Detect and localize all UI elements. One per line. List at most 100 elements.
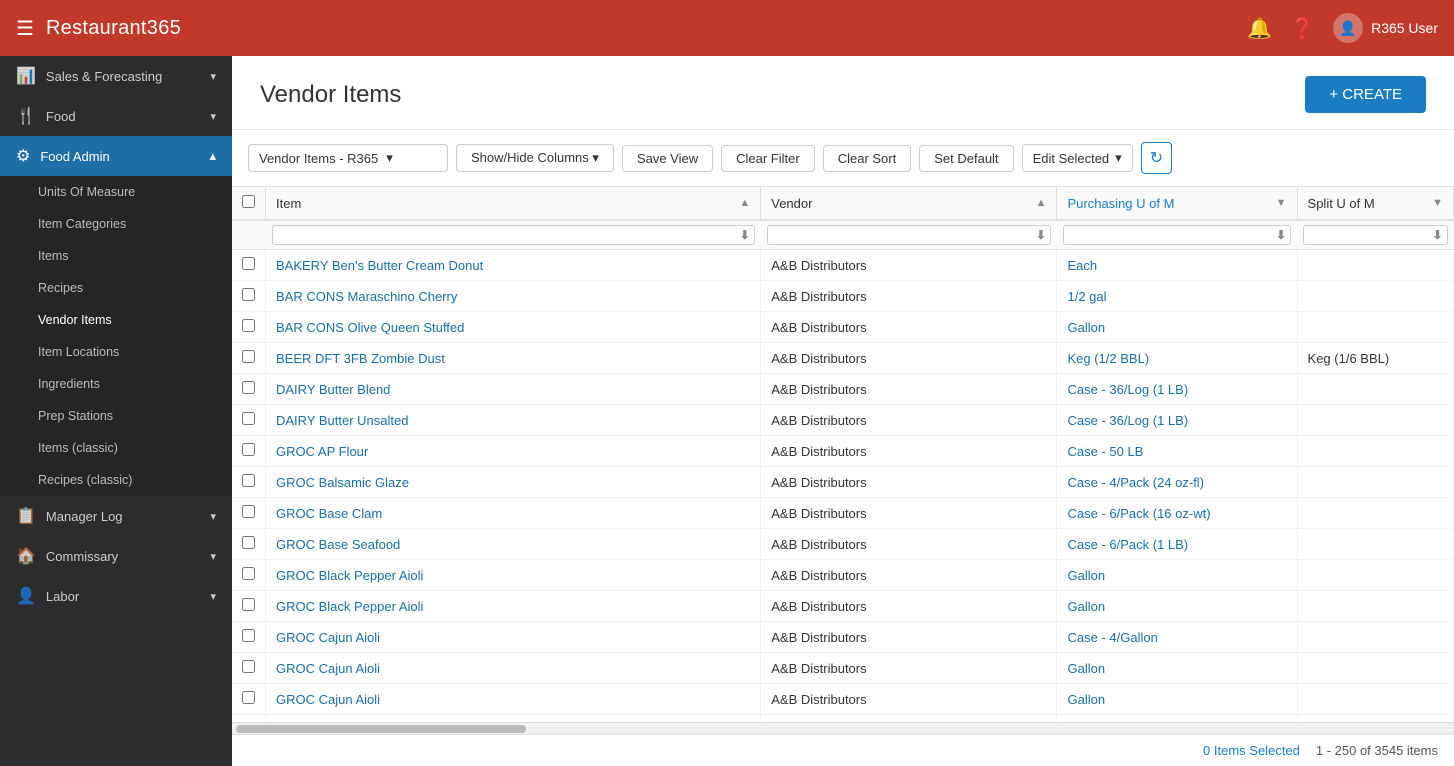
row-checkbox[interactable] — [242, 350, 255, 363]
puom-link[interactable]: Case - 6/Pack (1 LB) — [1067, 537, 1188, 552]
vendor-filter-input[interactable] — [772, 228, 1036, 242]
row-checkbox[interactable] — [242, 443, 255, 456]
create-button[interactable]: + CREATE — [1305, 76, 1426, 113]
row-checkbox-cell[interactable] — [232, 591, 266, 622]
row-checkbox-cell[interactable] — [232, 684, 266, 715]
filter-icon[interactable]: ⬇ — [1036, 228, 1046, 242]
item-link[interactable]: GROC Cajun Aioli — [276, 692, 380, 707]
row-checkbox[interactable] — [242, 660, 255, 673]
item-link[interactable]: GROC Black Pepper Aioli — [276, 599, 423, 614]
sidebar-item-labor[interactable]: 👤 Labor ▾ — [0, 576, 232, 616]
sidebar-item-item-locations[interactable]: Item Locations — [0, 336, 232, 368]
row-checkbox-cell[interactable] — [232, 622, 266, 653]
item-link[interactable]: DAIRY Butter Blend — [276, 382, 390, 397]
item-link[interactable]: GROC Cajun Aioli — [276, 630, 380, 645]
sidebar-item-food[interactable]: 🍴 Food ▾ — [0, 96, 232, 136]
row-checkbox[interactable] — [242, 257, 255, 270]
item-link[interactable]: GROC AP Flour — [276, 444, 368, 459]
row-checkbox[interactable] — [242, 474, 255, 487]
row-checkbox[interactable] — [242, 288, 255, 301]
sidebar-item-item-categories[interactable]: Item Categories — [0, 208, 232, 240]
show-hide-columns-button[interactable]: Show/Hide Columns ▾ — [456, 144, 614, 172]
sidebar-item-recipes-classic[interactable]: Recipes (classic) — [0, 464, 232, 496]
puom-link[interactable]: Case - 4/Gallon — [1067, 630, 1157, 645]
sidebar-item-ingredients[interactable]: Ingredients — [0, 368, 232, 400]
row-checkbox[interactable] — [242, 381, 255, 394]
sidebar-item-items[interactable]: Items — [0, 240, 232, 272]
item-link[interactable]: BAKERY Ben's Butter Cream Donut — [276, 258, 483, 273]
row-checkbox-cell[interactable] — [232, 374, 266, 405]
item-link[interactable]: GROC Base Seafood — [276, 537, 400, 552]
puom-link[interactable]: Gallon — [1067, 661, 1105, 676]
edit-selected-button[interactable]: Edit Selected ▾ — [1022, 144, 1133, 172]
table-row[interactable]: GROC Cajun Aioli A&B Distributors Gallon — [232, 653, 1454, 684]
select-all-header[interactable] — [232, 187, 266, 220]
row-checkbox[interactable] — [242, 319, 255, 332]
puom-link[interactable]: Case - 36/Log (1 LB) — [1067, 382, 1188, 397]
sidebar-item-recipes[interactable]: Recipes — [0, 272, 232, 304]
row-checkbox[interactable] — [242, 567, 255, 580]
item-link[interactable]: DAIRY Butter Unsalted — [276, 413, 408, 428]
table-row[interactable]: BAKERY Ben's Butter Cream Donut A&B Dist… — [232, 250, 1454, 281]
table-row[interactable]: BAR CONS Maraschino Cherry A&B Distribut… — [232, 281, 1454, 312]
row-checkbox-cell[interactable] — [232, 405, 266, 436]
item-link[interactable]: BEER DFT 3FB Zombie Dust — [276, 351, 445, 366]
notifications-icon[interactable]: 🔔 — [1247, 16, 1272, 41]
refresh-button[interactable]: ↻ — [1141, 142, 1172, 174]
save-view-button[interactable]: Save View — [622, 145, 713, 172]
table-row[interactable]: BEER DFT 3FB Zombie Dust A&B Distributor… — [232, 343, 1454, 374]
filter-icon[interactable]: ⬇ — [1432, 228, 1442, 242]
puom-link[interactable]: Gallon — [1067, 568, 1105, 583]
table-row[interactable]: GROC Base Seafood A&B Distributors Case … — [232, 529, 1454, 560]
puom-link[interactable]: Gallon — [1067, 599, 1105, 614]
item-link[interactable]: GROC Cajun Aioli — [276, 661, 380, 676]
puom-link[interactable]: Case - 36/Log (1 LB) — [1067, 413, 1188, 428]
user-menu[interactable]: 👤 R365 User — [1333, 13, 1438, 43]
help-icon[interactable]: ❓ — [1290, 16, 1315, 41]
sidebar-item-units[interactable]: Units Of Measure — [0, 176, 232, 208]
table-row[interactable]: GROC Chipotle Aioli A&B Distributors Gal… — [232, 715, 1454, 723]
item-link[interactable]: GROC Base Clam — [276, 506, 382, 521]
suom-column-header[interactable]: Split U of M ▼ — [1297, 187, 1453, 220]
data-grid[interactable]: Item ▲ Vendor ▲ Purchasi — [232, 187, 1454, 722]
puom-link[interactable]: Keg (1/2 BBL) — [1067, 351, 1149, 366]
item-link[interactable]: BAR CONS Maraschino Cherry — [276, 289, 457, 304]
table-row[interactable]: BAR CONS Olive Queen Stuffed A&B Distrib… — [232, 312, 1454, 343]
item-link[interactable]: GROC Black Pepper Aioli — [276, 568, 423, 583]
puom-link[interactable]: Each — [1067, 258, 1097, 273]
horizontal-scrollbar[interactable] — [232, 722, 1454, 734]
clear-filter-button[interactable]: Clear Filter — [721, 145, 815, 172]
sidebar-item-manager-log[interactable]: 📋 Manager Log ▾ — [0, 496, 232, 536]
select-all-checkbox[interactable] — [242, 195, 255, 208]
row-checkbox[interactable] — [242, 505, 255, 518]
puom-link[interactable]: Gallon — [1067, 692, 1105, 707]
table-row[interactable]: GROC Base Clam A&B Distributors Case - 6… — [232, 498, 1454, 529]
row-checkbox-cell[interactable] — [232, 653, 266, 684]
table-row[interactable]: GROC Balsamic Glaze A&B Distributors Cas… — [232, 467, 1454, 498]
sidebar-item-prep-stations[interactable]: Prep Stations — [0, 400, 232, 432]
puom-link[interactable]: Case - 50 LB — [1067, 444, 1143, 459]
item-link[interactable]: GROC Balsamic Glaze — [276, 475, 409, 490]
row-checkbox[interactable] — [242, 536, 255, 549]
table-row[interactable]: DAIRY Butter Unsalted A&B Distributors C… — [232, 405, 1454, 436]
row-checkbox-cell[interactable] — [232, 312, 266, 343]
puom-link[interactable]: Case - 4/Pack (24 oz-fl) — [1067, 475, 1204, 490]
vendor-column-header[interactable]: Vendor ▲ — [761, 187, 1057, 220]
row-checkbox-cell[interactable] — [232, 498, 266, 529]
row-checkbox-cell[interactable] — [232, 467, 266, 498]
sidebar-item-items-classic[interactable]: Items (classic) — [0, 432, 232, 464]
menu-toggle[interactable]: ☰ — [16, 16, 34, 41]
sidebar-item-commissary[interactable]: 🏠 Commissary ▾ — [0, 536, 232, 576]
item-link[interactable]: BAR CONS Olive Queen Stuffed — [276, 320, 464, 335]
row-checkbox-cell[interactable] — [232, 529, 266, 560]
set-default-button[interactable]: Set Default — [919, 145, 1013, 172]
table-row[interactable]: GROC Black Pepper Aioli A&B Distributors… — [232, 560, 1454, 591]
row-checkbox[interactable] — [242, 629, 255, 642]
row-checkbox[interactable] — [242, 598, 255, 611]
puom-link[interactable]: Case - 6/Pack (16 oz-wt) — [1067, 506, 1210, 521]
table-row[interactable]: GROC Black Pepper Aioli A&B Distributors… — [232, 591, 1454, 622]
row-checkbox-cell[interactable] — [232, 343, 266, 374]
row-checkbox-cell[interactable] — [232, 560, 266, 591]
table-row[interactable]: GROC AP Flour A&B Distributors Case - 50… — [232, 436, 1454, 467]
item-filter-input[interactable] — [277, 228, 740, 242]
